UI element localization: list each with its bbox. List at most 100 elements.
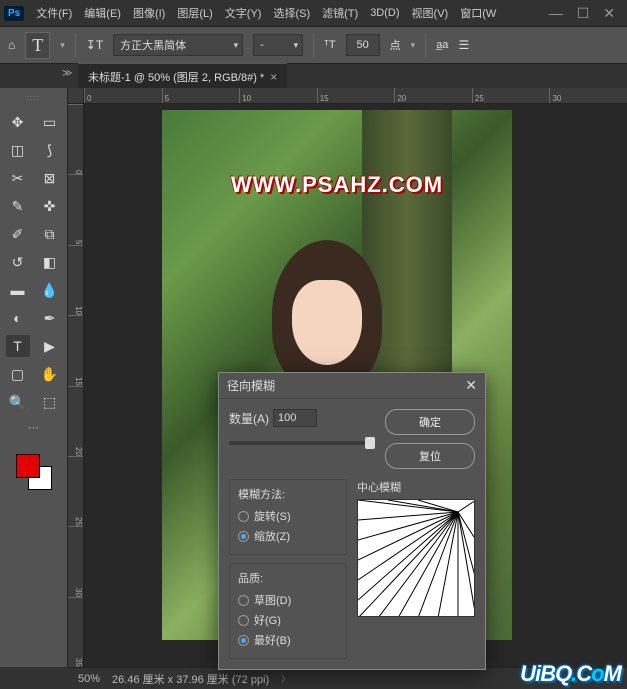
radio-good-label: 好(G) (254, 612, 281, 628)
close-tab-icon[interactable]: × (270, 70, 277, 84)
reset-button[interactable]: 复位 (385, 443, 475, 469)
divider (75, 33, 76, 57)
menu-filter[interactable]: 滤镜(T) (316, 5, 364, 21)
document-info[interactable]: 26.46 厘米 x 37.96 厘米 (72 ppi) (112, 671, 269, 687)
ok-button[interactable]: 确定 (385, 409, 475, 435)
maximize-icon[interactable]: ☐ (577, 5, 590, 22)
tool-path-select[interactable]: ▶ (38, 335, 62, 357)
tool-zoom[interactable]: 🔍 (6, 391, 30, 413)
radio-icon (238, 615, 249, 626)
menu-image[interactable]: 图像(I) (127, 5, 171, 21)
amount-input[interactable] (273, 409, 317, 427)
tool-marquee[interactable]: ◫ (6, 139, 30, 161)
alignment-icon[interactable]: ☰ (458, 38, 469, 52)
menubar: Ps 文件(F) 编辑(E) 图像(I) 图层(L) 文字(Y) 选择(S) 滤… (0, 0, 627, 26)
ruler-tick: 15 (317, 88, 395, 103)
status-chevron-icon[interactable]: 〉 (281, 672, 290, 685)
font-size-icon: ᵀT (324, 39, 335, 51)
menu-layer[interactable]: 图层(L) (171, 5, 218, 21)
tool-type[interactable]: T (6, 335, 30, 357)
active-tool-preset[interactable]: T (25, 32, 50, 59)
document-tab-title: 未标题-1 @ 50% (图层 2, RGB/8#) * (88, 69, 264, 85)
dialog-title: 径向模糊 (227, 377, 275, 394)
tool-hand[interactable]: ✋ (38, 363, 62, 385)
ruler-tick: 30 (549, 88, 627, 103)
ruler-tick: 10 (68, 245, 83, 315)
ruler-tick: 5 (68, 174, 83, 244)
text-orientation-icon[interactable]: ↧T (86, 38, 103, 52)
slider-thumb[interactable] (365, 437, 375, 449)
blur-method-group: 模糊方法: 旋转(S) 缩放(Z) (229, 479, 347, 555)
ruler-tick: 5 (162, 88, 240, 103)
tool-eyedropper[interactable]: ✎ (6, 195, 30, 217)
expand-panels-icon[interactable]: ≫ (62, 68, 72, 79)
window-controls: — ☐ ✕ (549, 5, 623, 22)
blur-method-legend: 模糊方法: (238, 486, 338, 502)
menu-type[interactable]: 文字(Y) (219, 5, 268, 21)
color-swatches[interactable] (14, 452, 54, 492)
tool-crop[interactable]: ✂ (6, 167, 30, 189)
menu-edit[interactable]: 编辑(E) (78, 5, 127, 21)
blur-center-preview[interactable] (357, 499, 475, 617)
close-window-icon[interactable]: ✕ (603, 5, 615, 22)
tool-brush[interactable]: ✐ (6, 223, 30, 245)
tool-shape[interactable]: ▢ (6, 363, 30, 385)
toolbox-grip-icon[interactable]: ∷∷ (26, 94, 40, 103)
dialog-close-icon[interactable]: ✕ (465, 377, 477, 394)
tool-artboard[interactable]: ▭ (38, 111, 62, 133)
ruler-horizontal[interactable]: 0 5 10 15 20 25 30 (84, 88, 627, 104)
toolbox-more-icon[interactable]: ⋯ (28, 421, 39, 434)
tool-lasso[interactable]: ⟆ (38, 139, 62, 161)
ruler-tick: 35 (68, 597, 83, 667)
menu-view[interactable]: 视图(V) (406, 5, 455, 21)
tool-3d[interactable]: ⬚ (38, 391, 62, 413)
tool-patch[interactable]: ✜ (38, 195, 62, 217)
tool-history-brush[interactable]: ↺ (6, 251, 30, 273)
zoom-level[interactable]: 50% (78, 673, 100, 685)
chevron-down-icon[interactable]: ▾ (411, 40, 416, 51)
amount-slider[interactable] (229, 441, 375, 445)
menu-file[interactable]: 文件(F) (30, 5, 78, 21)
image-watermark-text: WWW.PSAHZ.COM (162, 172, 512, 198)
anti-alias-icon[interactable]: a̲a (436, 39, 448, 51)
menu-select[interactable]: 选择(S) (267, 5, 316, 21)
tool-move[interactable]: ✥ (6, 111, 30, 133)
tool-clone[interactable]: ⧉ (38, 223, 62, 245)
ruler-tick: 25 (68, 456, 83, 526)
tool-blur[interactable]: 💧 (38, 279, 62, 301)
radio-good[interactable]: 好(G) (238, 610, 338, 630)
ruler-origin[interactable] (68, 88, 84, 104)
radio-spin[interactable]: 旋转(S) (238, 506, 338, 526)
minimize-icon[interactable]: — (549, 5, 563, 22)
app-badge: Ps (4, 6, 24, 21)
foreground-color-swatch[interactable] (16, 454, 40, 478)
chevron-down-icon[interactable]: ▾ (60, 40, 65, 51)
radio-zoom[interactable]: 缩放(Z) (238, 526, 338, 546)
home-icon[interactable]: ⌂ (8, 38, 15, 52)
tool-pen[interactable]: ✒ (38, 307, 62, 329)
menu-3d[interactable]: 3D(D) (364, 7, 405, 19)
ruler-tick: 10 (239, 88, 317, 103)
tool-dodge[interactable]: ◐ (6, 307, 30, 329)
radio-zoom-label: 缩放(Z) (254, 528, 290, 544)
divider (425, 33, 426, 57)
ruler-vertical[interactable]: 0 5 10 15 20 25 30 35 (68, 104, 84, 667)
radio-icon (238, 595, 249, 606)
radio-best-label: 最好(B) (254, 632, 291, 648)
document-tab[interactable]: 未标题-1 @ 50% (图层 2, RGB/8#) * × (78, 63, 287, 90)
font-style-select[interactable] (253, 34, 303, 56)
radio-icon (238, 635, 249, 646)
ruler-tick: 0 (84, 88, 162, 103)
font-family-select[interactable] (113, 34, 243, 56)
font-size-input[interactable] (346, 34, 380, 56)
amount-label: 数量(A) (229, 410, 269, 427)
tool-eraser[interactable]: ◧ (38, 251, 62, 273)
tool-frame[interactable]: ⊠ (38, 167, 62, 189)
blur-center-label: 中心模糊 (357, 479, 475, 495)
dialog-titlebar[interactable]: 径向模糊 ✕ (219, 373, 485, 399)
ruler-tick: 25 (472, 88, 550, 103)
menu-window[interactable]: 窗口(W (454, 5, 502, 21)
radio-draft[interactable]: 草图(D) (238, 590, 338, 610)
radio-best[interactable]: 最好(B) (238, 630, 338, 650)
tool-gradient[interactable]: ▬ (6, 279, 30, 301)
